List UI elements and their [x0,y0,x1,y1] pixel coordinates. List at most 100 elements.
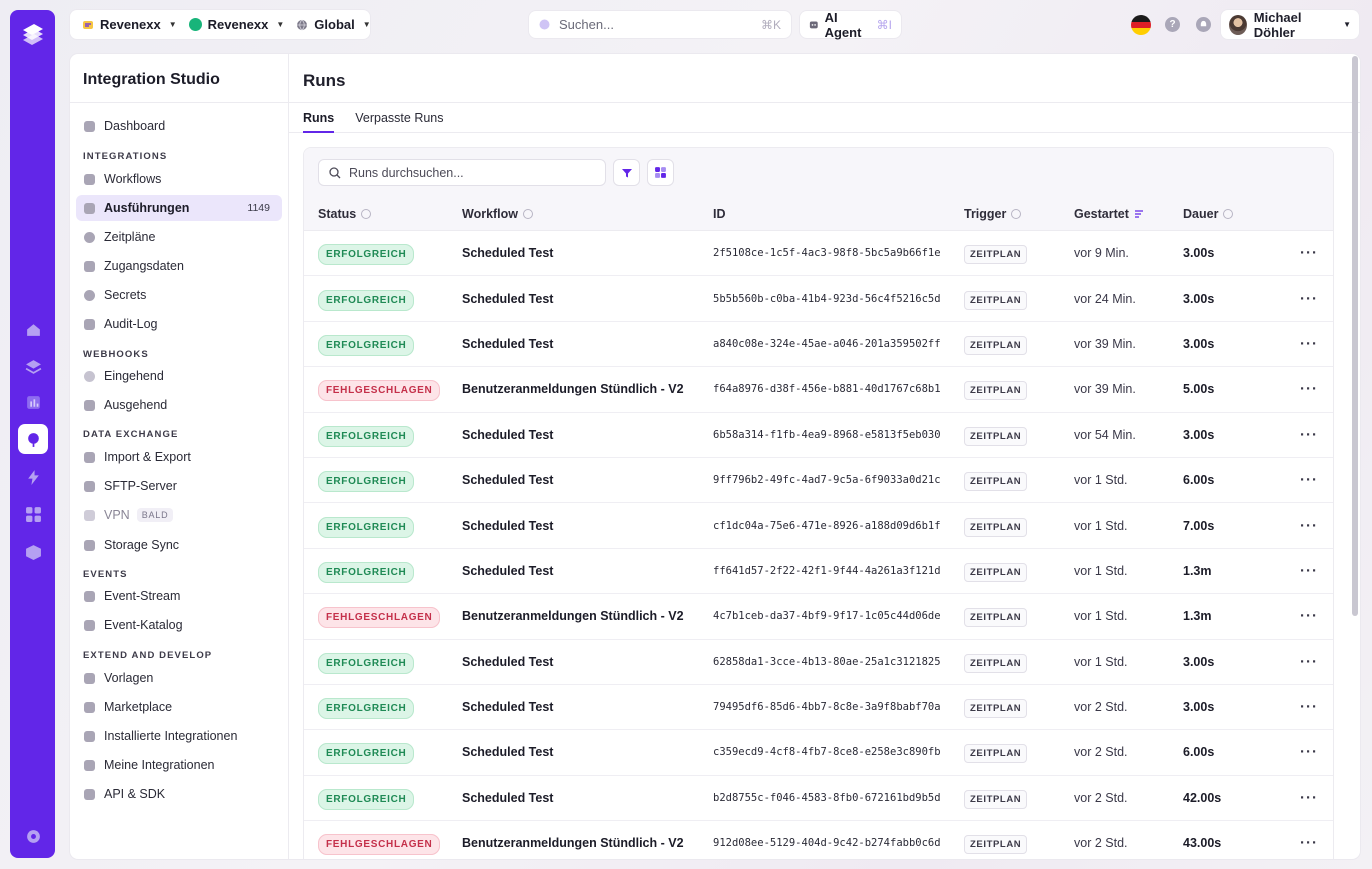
bell-icon[interactable] [1196,17,1211,32]
workflow-name[interactable]: Benutzeranmeldungen Stündlich - V2 [462,609,684,623]
sidebar-item-ausfuehrungen[interactable]: Ausführungen 1149 [76,195,282,221]
workflow-name[interactable]: Scheduled Test [462,745,553,759]
sidebar-item-sftp[interactable]: SFTP-Server [76,473,282,499]
table-row[interactable]: FEHLGESCHLAGEN Benutzeranmeldungen Stündl… [304,367,1333,413]
table-row[interactable]: ERFOLGREICH Scheduled Test b2d8755c-f046-4… [304,776,1333,822]
more-actions-icon[interactable]: ··· [1300,517,1318,534]
table-row[interactable]: ERFOLGREICH Scheduled Test 62858da1-3cce-4… [304,640,1333,685]
table-row[interactable]: ERFOLGREICH Scheduled Test ff641d57-2f22-4… [304,549,1333,595]
integrations-icon[interactable] [18,424,48,454]
column-header-gestartet[interactable]: Gestartet [1074,207,1145,221]
workflow-name[interactable]: Scheduled Test [462,519,553,533]
sidebar-item-meine[interactable]: Meine Integrationen [76,752,282,778]
help-icon[interactable]: ? [1165,17,1180,32]
sidebar-item-event-stream[interactable]: Event-Stream [76,583,282,609]
run-id[interactable]: c359ecd9-4cf8-4fb7-8ce8-e258e3c890fb [713,746,941,758]
table-row[interactable]: ERFOLGREICH Scheduled Test c359ecd9-4cf8-4… [304,730,1333,776]
more-actions-icon[interactable]: ··· [1300,381,1318,398]
sidebar-item-zeitplaene[interactable]: Zeitpläne [76,224,282,250]
region-select[interactable]: Global ▼ [290,10,376,39]
run-id[interactable]: 2f5108ce-1c5f-4ac3-98f8-5bc5a9b66f1e [713,247,941,259]
sidebar-item-audit-log[interactable]: Audit-Log [76,311,282,337]
table-row[interactable]: ERFOLGREICH Scheduled Test 5b5b560b-c0ba-4… [304,276,1333,322]
column-header-status[interactable]: Status [318,207,372,221]
column-header-id[interactable]: ID [713,207,726,221]
workflow-name[interactable]: Scheduled Test [462,655,553,669]
run-id[interactable]: a840c08e-324e-45ae-a046-201a359502ff [713,338,941,350]
workflow-name[interactable]: Scheduled Test [462,700,553,714]
more-actions-icon[interactable]: ··· [1300,608,1318,625]
more-actions-icon[interactable]: ··· [1300,335,1318,352]
user-menu[interactable]: Michael Döhler ▼ [1221,10,1359,40]
sidebar-item-eingehend[interactable]: Eingehend [76,363,282,389]
table-row[interactable]: ERFOLGREICH Scheduled Test cf1dc04a-75e6-4… [304,503,1333,549]
scrollbar[interactable] [1352,56,1358,616]
sidebar-item-storage-sync[interactable]: Storage Sync [76,532,282,558]
workspace-select[interactable]: Revenexx ▼ [183,10,291,39]
table-row[interactable]: ERFOLGREICH Scheduled Test 79495df6-85d6-4… [304,685,1333,731]
table-row[interactable]: ERFOLGREICH Scheduled Test a840c08e-324e-4… [304,322,1333,368]
workflow-name[interactable]: Scheduled Test [462,246,553,260]
settings-icon[interactable] [18,821,48,851]
sidebar-item-installiert[interactable]: Installierte Integrationen [76,723,282,749]
more-actions-icon[interactable]: ··· [1300,744,1318,761]
sidebar-item-dashboard[interactable]: Dashboard [76,113,282,139]
run-id[interactable]: 4c7b1ceb-da37-4bf9-9f17-1c05c44d06de [713,610,941,622]
sidebar-item-api-sdk[interactable]: API & SDK [76,781,282,807]
logo-icon[interactable] [20,22,46,48]
sidebar-item-secrets[interactable]: Secrets [76,282,282,308]
sidebar-item-vorlagen[interactable]: Vorlagen [76,665,282,691]
sidebar-item-import-export[interactable]: Import & Export [76,444,282,470]
workflow-name[interactable]: Benutzeranmeldungen Stündlich - V2 [462,382,684,396]
ai-agent-button[interactable]: AI Agent ⌘I [800,10,901,40]
tab-verpasste-runs[interactable]: Verpasste Runs [355,103,443,133]
chart-icon[interactable] [18,387,48,417]
table-row[interactable]: ERFOLGREICH Scheduled Test 9ff796b2-49fc-4… [304,458,1333,504]
sidebar-item-workflows[interactable]: Workflows [76,166,282,192]
runs-search-input[interactable]: Runs durchsuchen... [318,159,606,186]
workflow-name[interactable]: Benutzeranmeldungen Stündlich - V2 [462,836,684,850]
filter-button[interactable] [613,159,640,186]
workflow-name[interactable]: Scheduled Test [462,473,553,487]
cube-icon[interactable] [18,537,48,567]
more-actions-icon[interactable]: ··· [1300,426,1318,443]
language-flag-icon[interactable] [1131,15,1151,35]
workflow-name[interactable]: Scheduled Test [462,292,553,306]
table-row[interactable]: ERFOLGREICH Scheduled Test 6b58a314-f1fb-4… [304,413,1333,458]
more-actions-icon[interactable]: ··· [1300,290,1318,307]
tab-runs[interactable]: Runs [303,103,335,133]
sidebar-item-event-katalog[interactable]: Event-Katalog [76,612,282,638]
more-actions-icon[interactable]: ··· [1300,699,1318,716]
org-select[interactable]: Revenexx ▼ [76,10,183,39]
workflow-name[interactable]: Scheduled Test [462,791,553,805]
more-actions-icon[interactable]: ··· [1300,653,1318,670]
column-header-workflow[interactable]: Workflow [462,207,534,221]
sidebar-item-zugangsdaten[interactable]: Zugangsdaten [76,253,282,279]
run-id[interactable]: 62858da1-3cce-4b13-80ae-25a1c3121825 [713,656,941,668]
run-id[interactable]: b2d8755c-f046-4583-8fb0-672161bd9b5d [713,792,941,804]
column-header-dauer[interactable]: Dauer [1183,207,1234,221]
grid-icon[interactable] [18,499,48,529]
table-row[interactable]: FEHLGESCHLAGEN Benutzeranmeldungen Stündl… [304,594,1333,640]
more-actions-icon[interactable]: ··· [1300,835,1318,852]
layers-icon[interactable] [18,351,48,381]
home-icon[interactable] [18,314,48,344]
more-actions-icon[interactable]: ··· [1300,789,1318,806]
columns-button[interactable] [647,159,674,186]
workflow-name[interactable]: Scheduled Test [462,564,553,578]
run-id[interactable]: cf1dc04a-75e6-471e-8926-a188d09d6b1f [713,520,941,532]
workflow-name[interactable]: Scheduled Test [462,337,553,351]
run-id[interactable]: 912d08ee-5129-404d-9c42-b274fabb0c6d [713,837,941,849]
run-id[interactable]: 6b58a314-f1fb-4ea9-8968-e5813f5eb030 [713,429,941,441]
sidebar-item-marketplace[interactable]: Marketplace [76,694,282,720]
more-actions-icon[interactable]: ··· [1300,472,1318,489]
column-header-trigger[interactable]: Trigger [964,207,1022,221]
run-id[interactable]: 79495df6-85d6-4bb7-8c8e-3a9f8babf70a [713,701,941,713]
sidebar-item-vpn[interactable]: VPN BALD [76,502,282,528]
table-row[interactable]: ERFOLGREICH Scheduled Test 2f5108ce-1c5f-4… [304,231,1333,277]
run-id[interactable]: 9ff796b2-49fc-4ad7-9c5a-6f9033a0d21c [713,474,941,486]
global-search[interactable]: Suchen... ⌘K [529,11,791,38]
bolt-icon[interactable] [18,462,48,492]
sidebar-item-ausgehend[interactable]: Ausgehend [76,392,282,418]
more-actions-icon[interactable]: ··· [1300,562,1318,579]
